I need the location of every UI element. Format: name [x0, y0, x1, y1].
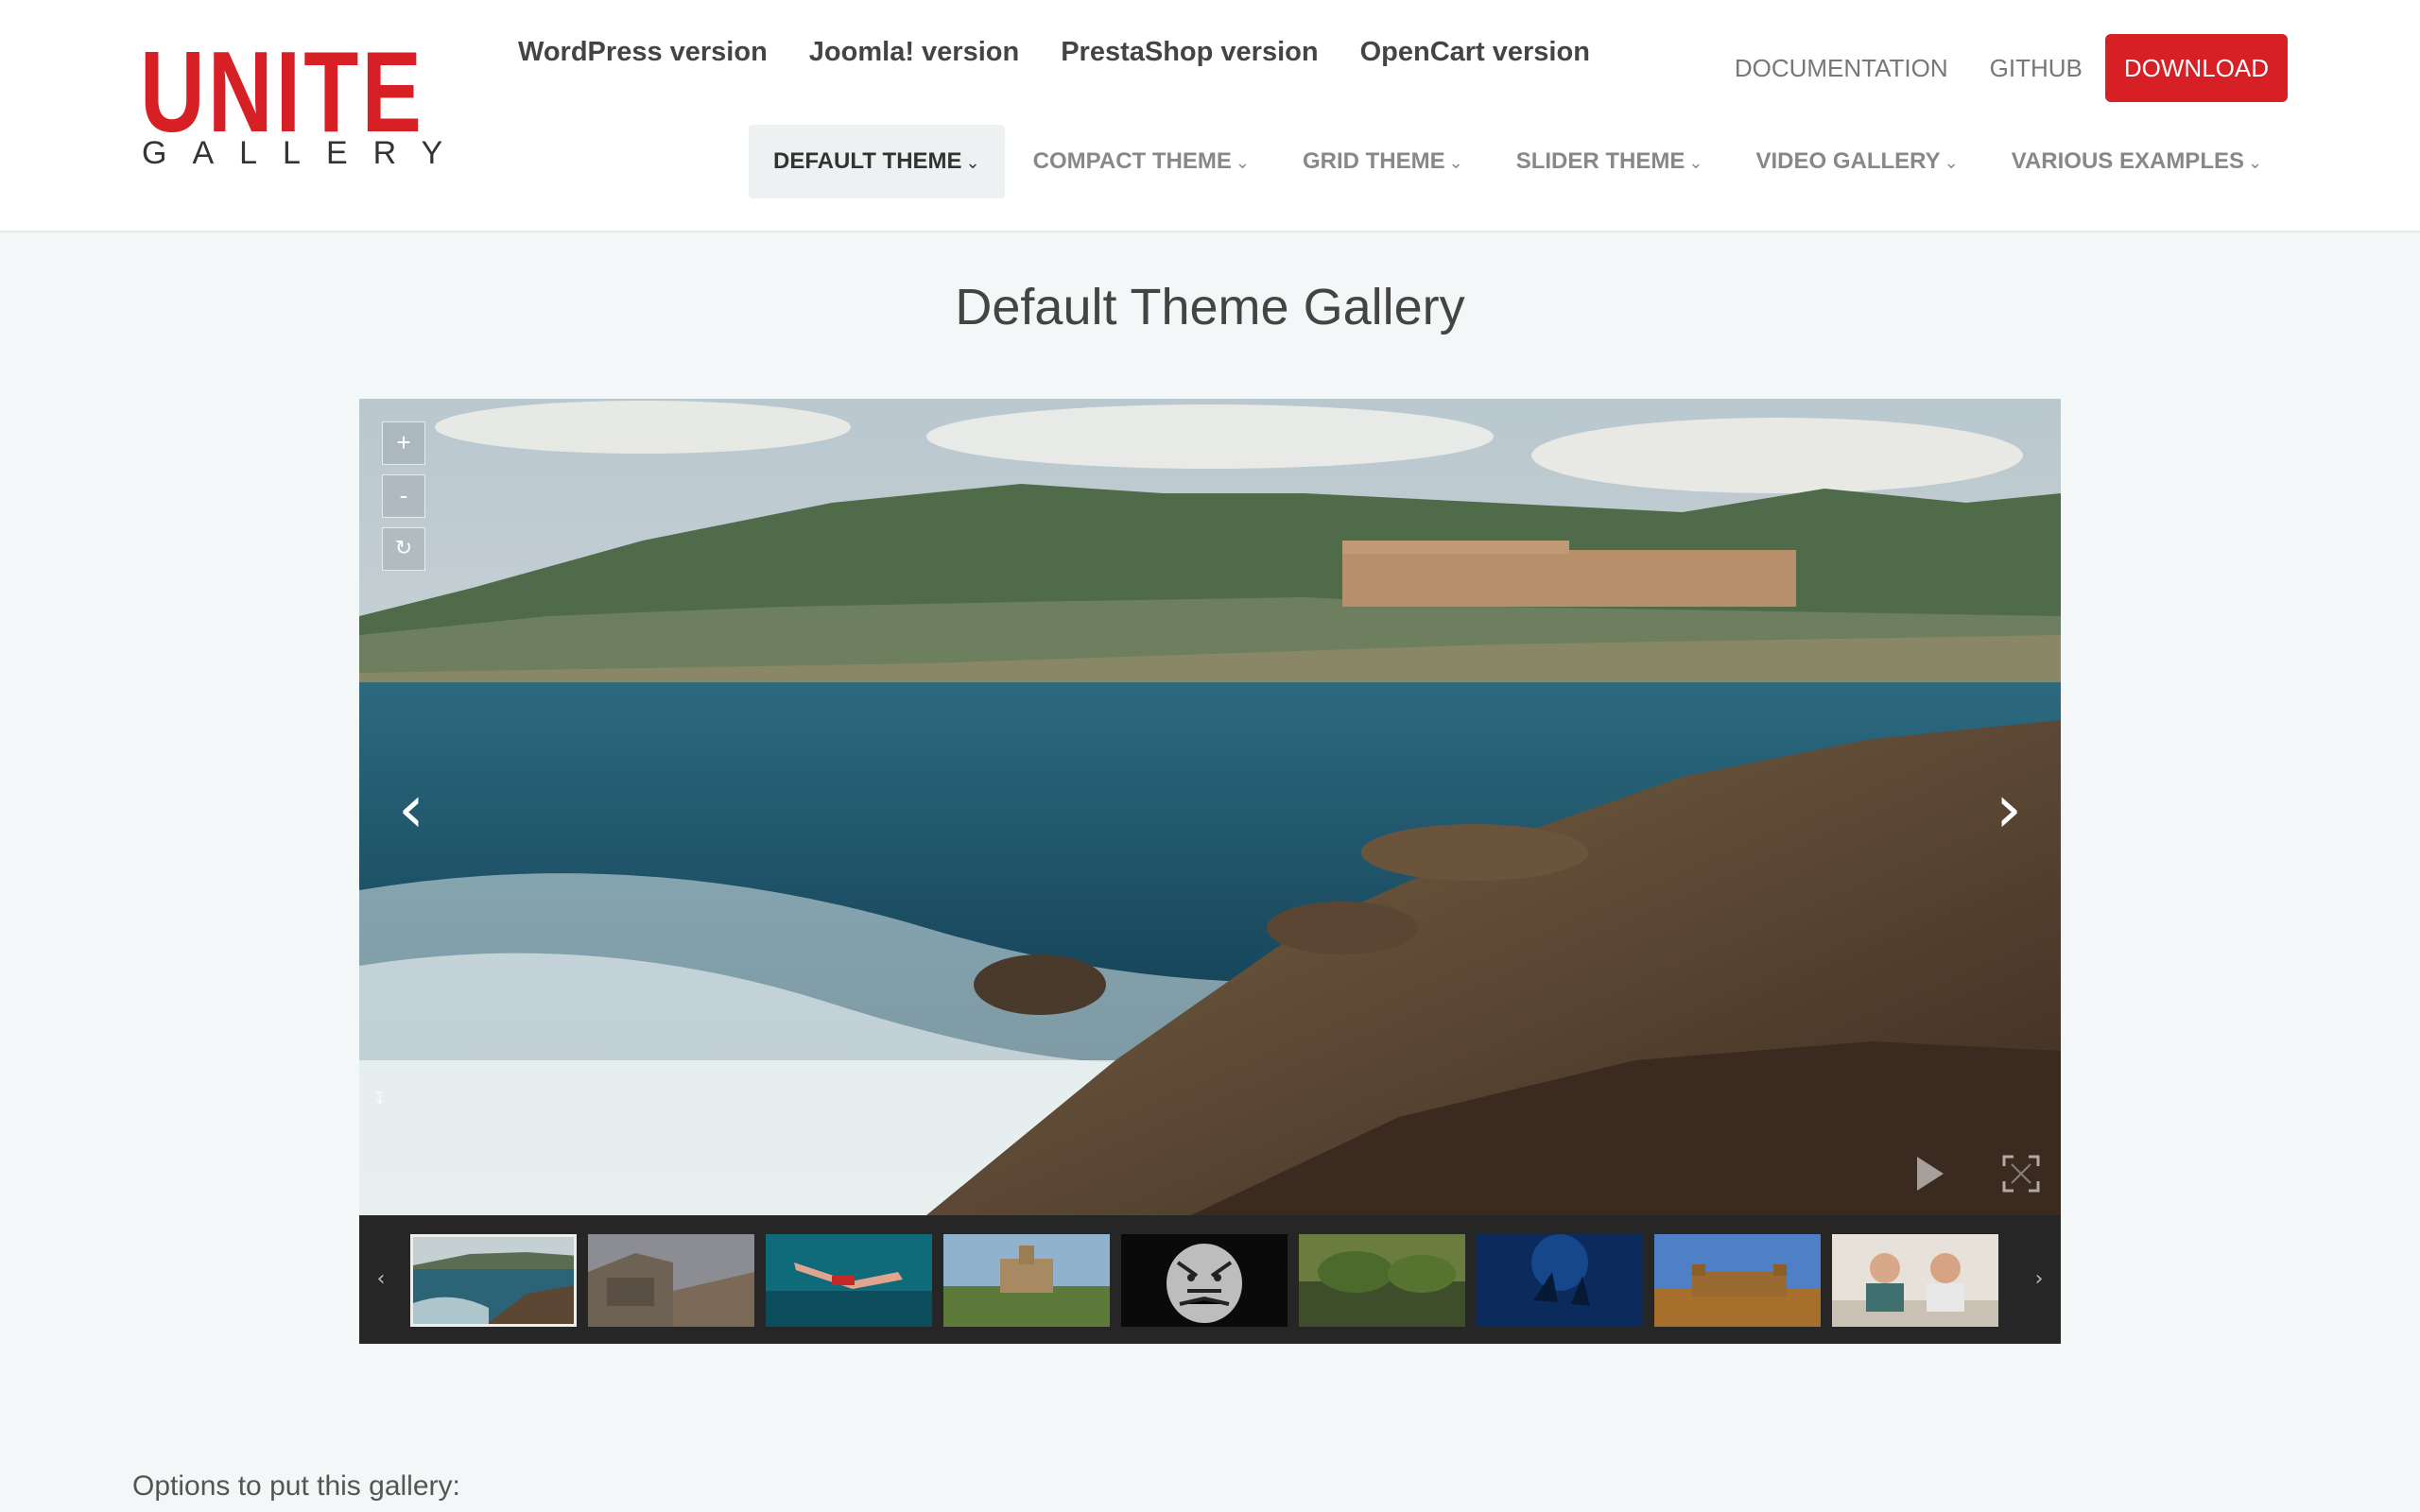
logo-subword: GALLERY: [142, 135, 469, 171]
chevron-down-icon: ⌄: [965, 153, 980, 172]
options-text: Options to put this gallery:: [132, 1470, 460, 1502]
thumbnail-castle[interactable]: [943, 1234, 1110, 1327]
chevron-right-icon: ›: [1996, 770, 2022, 848]
main-image[interactable]: + - ↻ ‹ › ↧: [359, 399, 2061, 1215]
people-thumbnail-image: [1832, 1234, 1998, 1327]
download-button[interactable]: DOWNLOAD: [2104, 34, 2288, 102]
castle-thumbnail-image: [943, 1234, 1110, 1327]
zoom-reset-button[interactable]: ↻: [382, 527, 425, 571]
minus-icon: -: [399, 481, 408, 509]
coastal-landscape-image: [359, 399, 2061, 1215]
tab-label: DEFAULT THEME: [773, 148, 962, 174]
tab-various-examples[interactable]: VARIOUS EXAMPLES ⌄: [1987, 125, 2287, 198]
logo-word: UNITE: [140, 27, 425, 156]
thumbnails-next-button[interactable]: ›: [2025, 1253, 2053, 1306]
play-button[interactable]: [1900, 1145, 1957, 1202]
tab-label: VIDEO GALLERY: [1755, 148, 1941, 174]
opencart-version-link[interactable]: OpenCart version: [1360, 28, 1590, 76]
reset-icon: ↻: [394, 536, 413, 559]
tab-slider-theme[interactable]: SLIDER THEME ⌄: [1492, 125, 1728, 198]
tab-default-theme[interactable]: DEFAULT THEME ⌄: [749, 125, 1005, 198]
thumbnails-prev-button[interactable]: ‹: [367, 1253, 395, 1306]
chevron-down-icon: ⌄: [1944, 153, 1959, 172]
joomla-version-link[interactable]: Joomla! version: [809, 28, 1019, 76]
logo[interactable]: UNITE GALLERY: [140, 34, 469, 172]
dolphins-thumbnail-image: [1477, 1234, 1643, 1327]
page-title: Default Theme Gallery: [955, 279, 1465, 335]
chevron-down-icon: ⌄: [1688, 153, 1703, 172]
thumbnail-people[interactable]: [1832, 1234, 1998, 1327]
tab-label: VARIOUS EXAMPLES: [2011, 148, 2244, 174]
zoom-out-button[interactable]: -: [382, 474, 425, 518]
chevron-right-icon: ›: [2034, 1267, 2044, 1291]
zoom-in-button[interactable]: +: [382, 421, 425, 465]
thumbnail-tiger[interactable]: [1121, 1234, 1288, 1327]
thumbnail-lake[interactable]: [1299, 1234, 1465, 1327]
prev-arrow-button[interactable]: ‹: [388, 771, 435, 847]
documentation-link[interactable]: DOCUMENTATION: [1735, 54, 1948, 83]
ruins-thumbnail-image: [588, 1234, 754, 1327]
chevron-down-icon: ⌄: [1448, 153, 1463, 172]
chevron-left-icon: ‹: [376, 1267, 386, 1291]
thumbnail-fortress[interactable]: [1654, 1234, 1821, 1327]
tab-compact-theme[interactable]: COMPACT THEME ⌄: [1009, 125, 1274, 198]
tab-grid-theme[interactable]: GRID THEME ⌄: [1278, 125, 1488, 198]
fullscreen-button[interactable]: [2000, 1153, 2042, 1194]
coast-thumbnail-image: [413, 1237, 574, 1324]
tab-label: SLIDER THEME: [1515, 148, 1685, 174]
thumbnail-list: [410, 1234, 2010, 1327]
fullscreen-icon: [2002, 1155, 2040, 1193]
next-arrow-button[interactable]: ›: [1985, 771, 2032, 847]
wordpress-version-link[interactable]: WordPress version: [518, 28, 768, 76]
tab-video-gallery[interactable]: VIDEO GALLERY ⌄: [1732, 125, 1983, 198]
thumbnail-dolphins[interactable]: [1477, 1234, 1643, 1327]
chevron-left-icon: ‹: [398, 770, 424, 848]
chevron-down-icon: ⌄: [1235, 153, 1250, 172]
tab-label: GRID THEME: [1302, 148, 1445, 174]
fortress-thumbnail-image: [1654, 1234, 1821, 1327]
play-icon: [1917, 1157, 1944, 1191]
thumbnail-coast[interactable]: [410, 1234, 577, 1327]
tab-label: COMPACT THEME: [1032, 148, 1232, 174]
gallery: + - ↻ ‹ › ↧ ‹ ›: [359, 399, 2061, 1344]
tiger-thumbnail-image: [1121, 1234, 1288, 1327]
thumbnail-strip: ‹ ›: [359, 1215, 2061, 1344]
thumbnail-diver[interactable]: [766, 1234, 932, 1327]
top-right-links: DOCUMENTATION GITHUB DOWNLOAD: [1735, 34, 2288, 102]
plus-icon: +: [396, 428, 411, 456]
thumbnail-ruins[interactable]: [588, 1234, 754, 1327]
chevron-down-icon: ⌄: [2248, 153, 2263, 172]
site-header: UNITE GALLERY WordPress version Joomla! …: [0, 0, 2420, 232]
theme-nav: DEFAULT THEME ⌄ COMPACT THEME ⌄ GRID THEME…: [749, 125, 2290, 198]
version-links: WordPress version Joomla! version Presta…: [518, 28, 1632, 76]
github-link[interactable]: GITHUB: [1990, 54, 2083, 83]
diver-thumbnail-image: [766, 1234, 932, 1327]
lake-thumbnail-image: [1299, 1234, 1465, 1327]
prestashop-version-link[interactable]: PrestaShop version: [1061, 28, 1318, 76]
arrow-down-icon[interactable]: ↧: [372, 1089, 387, 1108]
